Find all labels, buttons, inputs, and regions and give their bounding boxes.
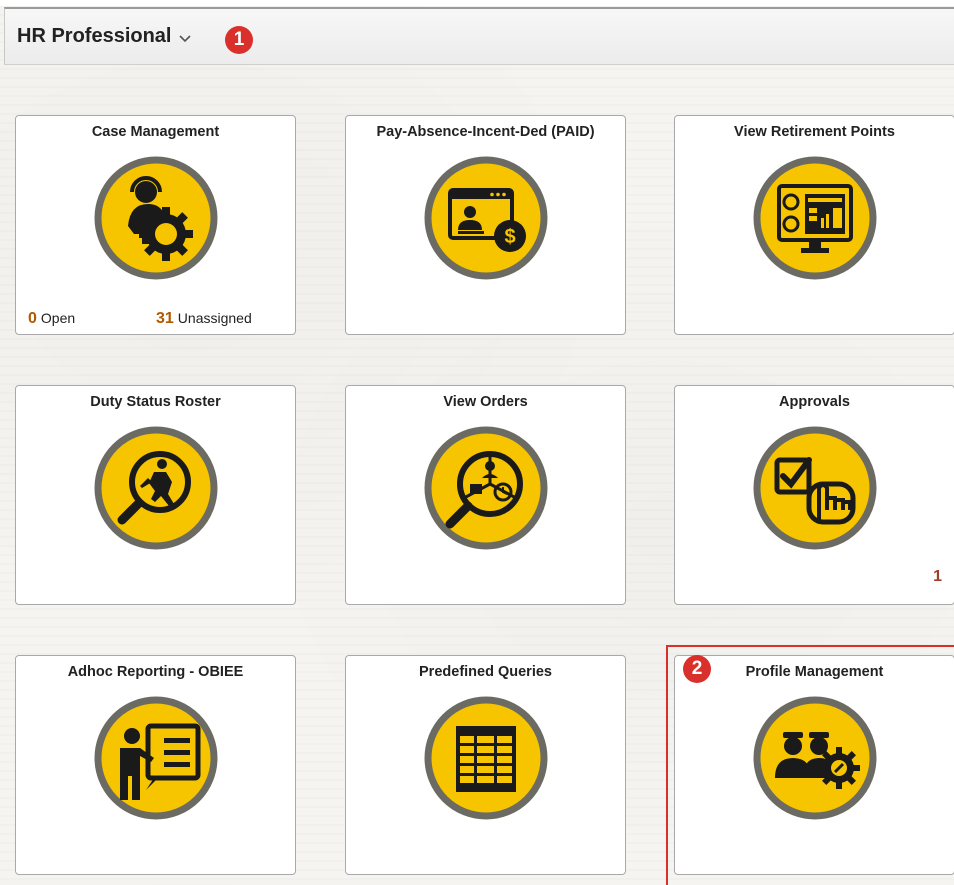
step-callout-1: 1 bbox=[225, 26, 253, 54]
pay-dollar-icon: $ bbox=[424, 156, 547, 280]
tile-title: View Retirement Points bbox=[734, 124, 895, 140]
users-gear-icon bbox=[753, 696, 876, 820]
retirement-monitor-icon bbox=[753, 156, 876, 280]
presenter-icon bbox=[94, 696, 217, 820]
tile-adhoc-reporting[interactable]: Adhoc Reporting - OBIEE bbox=[15, 655, 296, 875]
tile-view-retirement-points[interactable]: View Retirement Points bbox=[674, 115, 954, 335]
tile-title: Pay-Absence-Incent-Ded (PAID) bbox=[376, 124, 595, 140]
unassigned-count-label[interactable]: 31 Unassigned bbox=[156, 310, 252, 328]
tile-title: Approvals bbox=[779, 394, 850, 410]
tile-title: View Orders bbox=[443, 394, 528, 410]
step-callout-2: 2 bbox=[683, 655, 711, 683]
table-grid-icon bbox=[424, 696, 547, 820]
tile-view-orders[interactable]: View Orders bbox=[345, 385, 626, 605]
tile-case-management[interactable]: Case Management 0 Open 31 Unassigned bbox=[15, 115, 296, 335]
tile-profile-management[interactable]: Profile Management bbox=[674, 655, 954, 875]
tile-title: Predefined Queries bbox=[419, 664, 552, 680]
tile-paid[interactable]: Pay-Absence-Incent-Ded (PAID) $ bbox=[345, 115, 626, 335]
homepage-header: HR Professional bbox=[4, 7, 954, 65]
tile-duty-status-roster[interactable]: Duty Status Roster bbox=[15, 385, 296, 605]
open-count-label[interactable]: 0 Open bbox=[28, 310, 75, 328]
checkbox-hand-icon bbox=[753, 426, 876, 550]
page-title: HR Professional bbox=[17, 25, 172, 47]
svg-text:$: $ bbox=[504, 226, 515, 248]
soldier-magnifier-icon bbox=[94, 426, 217, 550]
tile-title: Profile Management bbox=[745, 664, 884, 680]
orders-magnifier-icon bbox=[424, 426, 547, 550]
tile-predefined-queries[interactable]: Predefined Queries bbox=[345, 655, 626, 875]
tile-title: Duty Status Roster bbox=[90, 394, 221, 410]
approvals-count-badge[interactable]: 1 bbox=[933, 568, 942, 586]
case-management-icon bbox=[94, 156, 217, 280]
window-top-edge bbox=[0, 0, 954, 6]
tile-title: Case Management bbox=[91, 124, 220, 140]
tile-approvals[interactable]: Approvals 1 bbox=[674, 385, 954, 605]
chevron-down-icon bbox=[179, 34, 192, 42]
homepage-selector[interactable]: HR Professional bbox=[17, 25, 193, 48]
tile-title: Adhoc Reporting - OBIEE bbox=[67, 664, 244, 680]
